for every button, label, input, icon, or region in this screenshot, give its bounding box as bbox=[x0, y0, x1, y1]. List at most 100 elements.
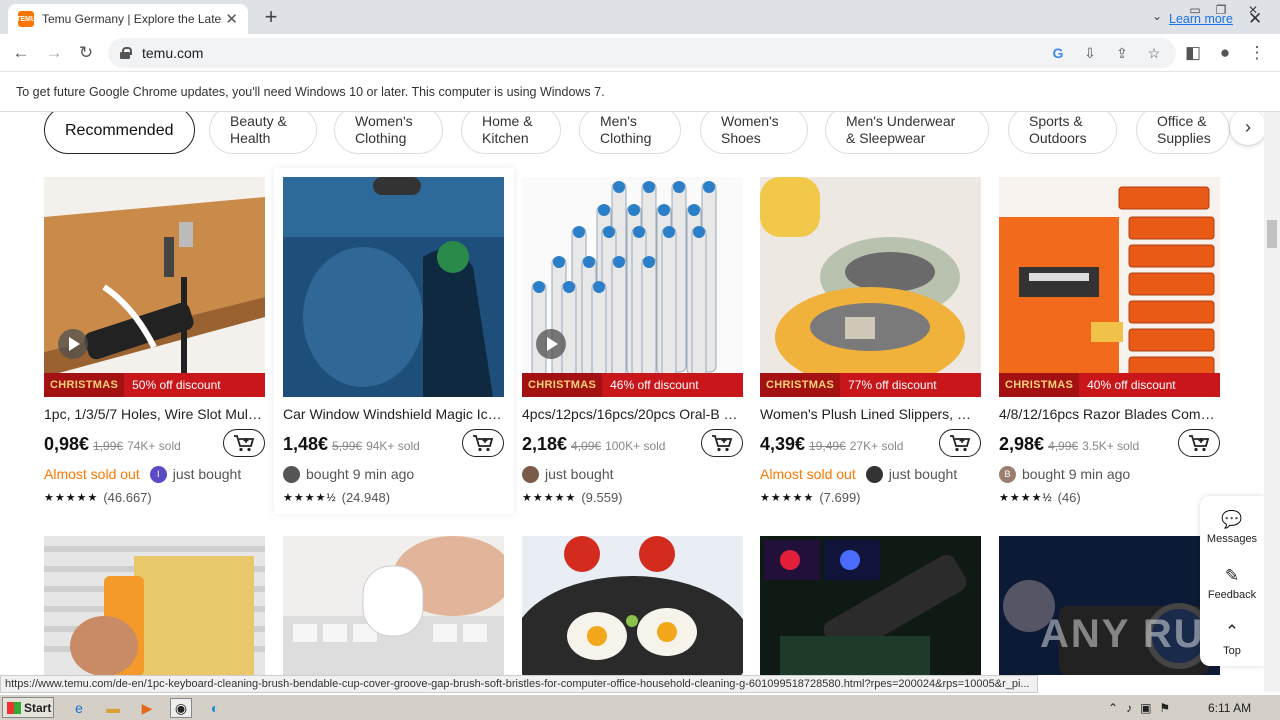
category-womens-clothing[interactable]: Women's Clothing bbox=[334, 112, 443, 154]
category-home-kitchen[interactable]: Home & Kitchen bbox=[461, 112, 561, 154]
category-womens-shoes[interactable]: Women's Shoes bbox=[700, 112, 808, 154]
sold-count: 3.5K+ sold bbox=[1082, 439, 1140, 453]
rating: ★★★★½ (24.948) bbox=[283, 490, 390, 505]
infobar-close-icon[interactable]: ✕ bbox=[1248, 9, 1262, 29]
start-label: Start bbox=[24, 700, 52, 715]
add-to-cart-button[interactable] bbox=[701, 429, 743, 457]
product-card[interactable]: CHRISTMAS 77% off discount Women's Plush… bbox=[760, 177, 981, 505]
messages-icon: 💬 bbox=[1221, 510, 1243, 529]
profile-icon[interactable]: ● bbox=[1214, 42, 1236, 64]
category-office-supplies[interactable]: Office & Supplies bbox=[1136, 112, 1230, 154]
side-panel-icon[interactable]: ◧ bbox=[1182, 42, 1204, 64]
stars-icon: ★★★★★ bbox=[44, 492, 99, 504]
vertical-scrollbar[interactable] bbox=[1264, 112, 1280, 692]
scroll-top-button[interactable]: ⌃ Top bbox=[1200, 622, 1264, 657]
new-tab-icon[interactable]: + bbox=[260, 6, 282, 28]
back-icon[interactable]: ← bbox=[10, 42, 32, 64]
activity-line: just bought bbox=[522, 464, 743, 484]
product-title[interactable]: 4/8/12/16pcs Razor Blades Compatible bbox=[999, 406, 1220, 422]
chevron-down-icon[interactable]: ⌄ bbox=[1152, 9, 1162, 23]
chevron-right-icon[interactable]: › bbox=[1230, 112, 1264, 145]
messages-button[interactable]: 💬 Messages bbox=[1200, 510, 1264, 545]
feedback-icon: ✎ bbox=[1224, 566, 1240, 585]
page-viewport: Recommended Beauty & Health Women's Clot… bbox=[0, 112, 1264, 675]
browser-tab[interactable]: TEMU Temu Germany | Explore the Latest C… bbox=[8, 4, 248, 34]
scrollbar-thumb[interactable] bbox=[1267, 220, 1277, 248]
folder-icon[interactable]: ▬ bbox=[102, 698, 124, 718]
product-image[interactable]: CHRISTMAS 77% off discount bbox=[760, 177, 981, 397]
tray-arrow-icon[interactable]: ⌃ bbox=[1108, 701, 1118, 715]
product-title[interactable]: 4pcs/12pcs/16pcs/20pcs Oral-B Brush Head… bbox=[522, 406, 743, 422]
reload-icon[interactable]: ↻ bbox=[75, 42, 97, 64]
add-to-cart-button[interactable] bbox=[223, 429, 265, 457]
activity-line: Almost sold out just bought bbox=[760, 464, 981, 484]
product-image[interactable] bbox=[283, 177, 504, 397]
bought-text: just bought bbox=[888, 466, 958, 482]
product-image[interactable]: CHRISTMAS 46% off discount bbox=[522, 177, 743, 397]
url-text[interactable]: temu.com bbox=[142, 45, 203, 61]
messages-label: Messages bbox=[1206, 533, 1258, 545]
product-image[interactable]: CHRISTMAS 50% off discount bbox=[44, 177, 265, 397]
flag-icon[interactable]: ⚑ bbox=[1159, 701, 1170, 715]
product-title[interactable]: Car Window Windshield Magic Ice Scraper bbox=[283, 406, 504, 422]
add-to-cart-button[interactable] bbox=[462, 429, 504, 457]
media-player-icon[interactable]: ▶ bbox=[136, 698, 158, 718]
feedback-button[interactable]: ✎ Feedback bbox=[1200, 566, 1264, 601]
rating: ★★★★★ (9.559) bbox=[522, 490, 623, 505]
cart-plus-icon bbox=[473, 435, 494, 452]
volume-icon[interactable]: ♪ bbox=[1126, 701, 1132, 715]
forward-icon[interactable]: → bbox=[43, 42, 65, 64]
category-sports-outdoors[interactable]: Sports & Outdoors bbox=[1008, 112, 1117, 154]
google-icon[interactable]: G bbox=[1049, 45, 1067, 61]
product-image[interactable] bbox=[760, 536, 981, 675]
tab-close-icon[interactable]: ✕ bbox=[225, 10, 238, 28]
avatar: B bbox=[999, 465, 1016, 483]
almost-sold-out: Almost sold out bbox=[760, 466, 856, 482]
product-image[interactable] bbox=[283, 536, 504, 675]
product-price: 2,98€ bbox=[999, 434, 1045, 454]
product-image[interactable] bbox=[522, 536, 743, 675]
bought-text: just bought bbox=[172, 466, 242, 482]
start-button[interactable]: Start bbox=[2, 697, 54, 718]
almost-sold-out: Almost sold out bbox=[44, 466, 140, 482]
cart-plus-icon bbox=[1189, 435, 1210, 452]
product-title[interactable]: Women's Plush Lined Slippers, Warm Home … bbox=[760, 406, 981, 422]
activity-line: Almost sold out I just bought bbox=[44, 464, 265, 484]
bookmark-star-icon[interactable]: ☆ bbox=[1145, 45, 1163, 62]
update-infobar: To get future Google Chrome updates, you… bbox=[0, 72, 1280, 112]
product-title[interactable]: 1pc, 1/3/5/7 Holes, Wire Slot Multi-Func… bbox=[44, 406, 265, 422]
play-icon[interactable] bbox=[58, 329, 88, 359]
avatar bbox=[865, 465, 883, 483]
install-icon[interactable]: ⇩ bbox=[1081, 45, 1099, 62]
review-count: (9.559) bbox=[581, 490, 623, 505]
product-card[interactable]: Car Window Windshield Magic Ice Scraper … bbox=[283, 177, 504, 505]
chrome-icon[interactable]: ◉ bbox=[170, 698, 192, 718]
menu-dots-icon[interactable]: ⋮ bbox=[1246, 42, 1268, 64]
category-recommended[interactable]: Recommended bbox=[44, 112, 195, 154]
discount-text: 46% off discount bbox=[610, 378, 699, 392]
play-icon[interactable] bbox=[536, 329, 566, 359]
add-to-cart-button[interactable] bbox=[939, 429, 981, 457]
product-image[interactable] bbox=[44, 536, 265, 675]
category-mens-underwear[interactable]: Men's Underwear & Sleepwear bbox=[825, 112, 989, 154]
learn-more-link[interactable]: Learn more bbox=[1169, 12, 1233, 26]
review-count: (46.667) bbox=[103, 490, 152, 505]
category-mens-clothing[interactable]: Men's Clothing bbox=[579, 112, 681, 154]
edge-icon[interactable]: ◐ bbox=[204, 698, 226, 718]
share-icon[interactable]: ⇪ bbox=[1113, 45, 1131, 62]
windows-logo-icon bbox=[7, 701, 21, 714]
category-beauty-health[interactable]: Beauty & Health bbox=[209, 112, 317, 154]
add-to-cart-button[interactable] bbox=[1178, 429, 1220, 457]
network-icon[interactable]: ▣ bbox=[1140, 701, 1151, 715]
product-card[interactable]: CHRISTMAS 40% off discount 4/8/12/16pcs … bbox=[999, 177, 1220, 505]
sold-count: 74K+ sold bbox=[127, 439, 181, 453]
feedback-label: Feedback bbox=[1207, 589, 1257, 601]
christmas-discount-banner: CHRISTMAS 77% off discount bbox=[760, 373, 981, 397]
address-bar[interactable]: temu.com G ⇩ ⇪ ☆ bbox=[108, 38, 1176, 68]
product-card[interactable]: CHRISTMAS 46% off discount 4pcs/12pcs/16… bbox=[522, 177, 743, 505]
product-image[interactable]: CHRISTMAS 40% off discount bbox=[999, 177, 1220, 397]
internet-explorer-icon[interactable]: e bbox=[68, 698, 90, 718]
product-card[interactable]: CHRISTMAS 50% off discount 1pc, 1/3/5/7 … bbox=[44, 177, 265, 505]
taskbar-clock[interactable]: 6:11 AM bbox=[1208, 701, 1251, 715]
christmas-badge: CHRISTMAS bbox=[44, 373, 125, 397]
